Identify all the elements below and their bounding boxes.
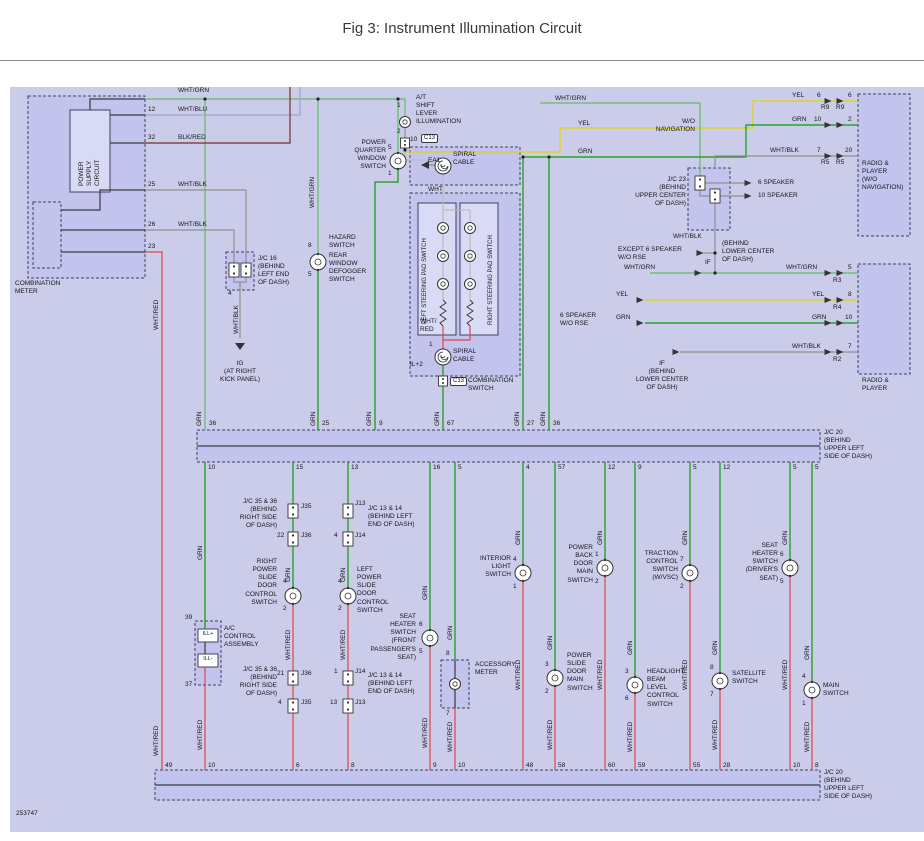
connector-symbol (343, 532, 353, 546)
connector-arrow-icon (825, 270, 832, 276)
ill-minus-box (198, 654, 218, 667)
junction-dot (316, 97, 319, 100)
wire-wgrn-27 (540, 103, 700, 176)
switch-symbol (804, 681, 820, 699)
junction-dot (403, 148, 406, 151)
lamp-icon (450, 679, 461, 690)
connector-arrow-icon (825, 98, 832, 104)
radio2-box (858, 264, 910, 374)
wire-yel-19 (405, 101, 858, 152)
connector-symbol (288, 699, 298, 713)
connector-arrow-icon (745, 193, 752, 199)
junction-dot (547, 155, 550, 158)
spiral-cable-symbol (435, 349, 451, 365)
connector-arrow-icon (825, 297, 832, 303)
connector-arrow-icon (837, 297, 844, 303)
lamp-icon (400, 117, 411, 128)
connector-arrow-icon (825, 122, 832, 128)
inline-connector-symbol (439, 376, 448, 386)
connector-symbol (695, 176, 705, 190)
ground-icon (235, 343, 245, 350)
switch-symbol (340, 587, 356, 605)
right-pad-box (460, 203, 498, 335)
connector-arrow-icon (673, 349, 680, 355)
connector-arrow-icon (745, 180, 752, 186)
connector-symbol (241, 263, 251, 277)
switch-symbol (310, 253, 326, 271)
connector-symbol (229, 263, 239, 277)
connector-arrow-icon (837, 270, 844, 276)
connector-arrow-icon (637, 297, 644, 303)
junction-dot (713, 271, 716, 274)
connector-arrow-icon (837, 98, 844, 104)
wire-red-47 (145, 252, 162, 770)
connector-arrow-icon (825, 349, 832, 355)
left-pad-box (418, 203, 456, 335)
connector-arrow-icon (825, 153, 832, 159)
connector-arrow-icon (637, 320, 644, 326)
spiral-cable-symbol (435, 158, 451, 174)
switch-symbol (390, 152, 406, 170)
switch-symbol (422, 629, 438, 647)
switch-symbol (712, 672, 728, 690)
junction-dot (203, 97, 206, 100)
connector-arrow-icon (695, 270, 702, 276)
inline-connector-symbol (401, 138, 410, 148)
switch-symbol (682, 564, 698, 582)
lamp-icon (465, 251, 476, 262)
connector-symbol (343, 504, 353, 518)
wire-grn-16 (375, 169, 398, 430)
connector-symbol (288, 504, 298, 518)
wire-wgrn-11 (145, 99, 405, 116)
lamp-icon (465, 279, 476, 290)
diagram-canvas (0, 0, 924, 841)
lamp-icon (438, 279, 449, 290)
switch-symbol (547, 669, 563, 687)
junction-dot (396, 97, 399, 100)
jc23-box (688, 168, 730, 230)
lamp-icon (438, 251, 449, 262)
switch-symbol (285, 587, 301, 605)
connector-arrow-icon (697, 250, 704, 256)
lamp-icon (438, 223, 449, 234)
connector-symbol (288, 671, 298, 685)
connector-symbol (343, 699, 353, 713)
connector-symbol (343, 671, 353, 685)
wire-blu-41 (145, 87, 300, 115)
connector-arrow-icon (837, 122, 844, 128)
junction-dot (521, 155, 524, 158)
junction-dot (713, 251, 716, 254)
switch-symbol (515, 564, 531, 582)
switch-symbol (782, 559, 798, 577)
connector-arrow-icon (837, 153, 844, 159)
wiring-diagram-page: { "title": "Fig 3: Instrument Illuminati… (0, 0, 924, 841)
radio1-box (858, 94, 910, 236)
connector-symbol (288, 532, 298, 546)
connector-arrow-icon (837, 320, 844, 326)
wire-gry-44 (145, 230, 234, 263)
connector-symbol (710, 189, 720, 203)
switch-symbol (597, 559, 613, 577)
wire-grn-28 (523, 125, 858, 157)
power-supply-circuit-box (70, 110, 110, 192)
connector-arrow-icon (837, 349, 844, 355)
connector-arrow-icon (825, 320, 832, 326)
ill-plus-box (198, 629, 218, 642)
switch-symbol (627, 676, 643, 694)
lamp-icon (465, 223, 476, 234)
